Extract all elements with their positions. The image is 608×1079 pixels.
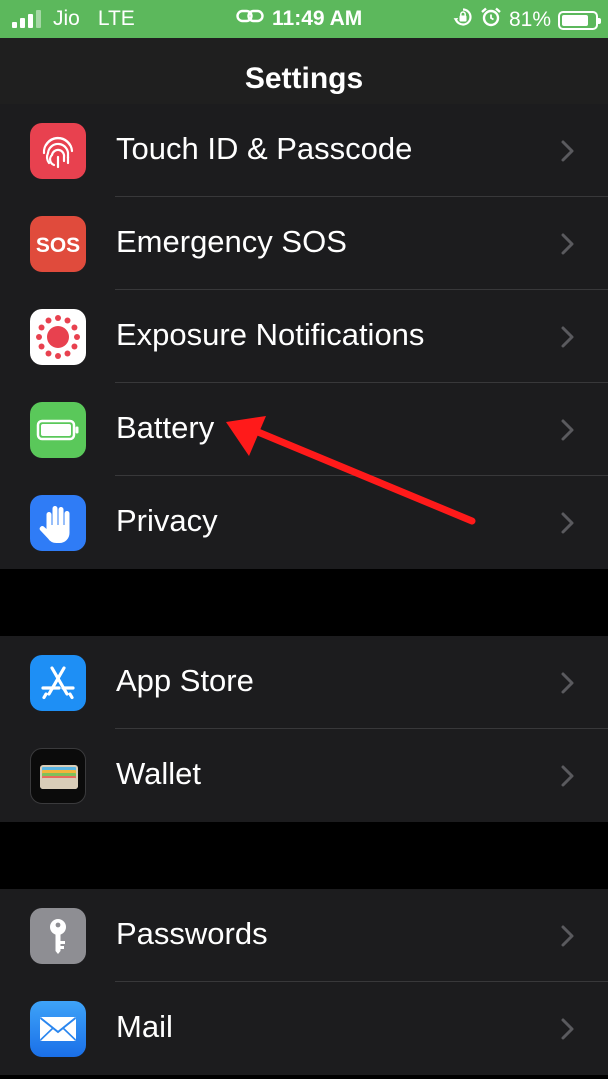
orientation-lock-icon bbox=[453, 7, 473, 33]
chevron-right-icon bbox=[561, 233, 574, 255]
status-left: Jio LTE bbox=[12, 7, 135, 31]
mail-icon bbox=[30, 1001, 86, 1057]
alarm-icon bbox=[481, 7, 501, 33]
hand-icon bbox=[30, 495, 86, 551]
app-store-icon bbox=[30, 655, 86, 711]
status-right: 81% bbox=[453, 7, 601, 33]
settings-row-label: Wallet bbox=[116, 756, 201, 791]
settings-row-app-store[interactable]: App Store bbox=[0, 636, 608, 729]
settings-group-store: App Store Wallet bbox=[0, 636, 608, 822]
settings-row-mail[interactable]: Mail bbox=[0, 982, 608, 1075]
carrier-label: Jio bbox=[53, 7, 80, 30]
settings-group-accounts: Passwords Mail bbox=[0, 889, 608, 1075]
chevron-right-icon bbox=[561, 1018, 574, 1040]
settings-group-privacy: Touch ID & Passcode SOS Emergency SOS Ex… bbox=[0, 104, 608, 569]
settings-row-label: Privacy bbox=[116, 503, 218, 538]
settings-row-exposure-notifications[interactable]: Exposure Notifications bbox=[0, 290, 608, 383]
status-battery-icon bbox=[558, 10, 601, 30]
chevron-right-icon bbox=[561, 512, 574, 534]
settings-row-label: Passwords bbox=[116, 916, 268, 951]
settings-row-label: Battery bbox=[116, 410, 215, 445]
chevron-right-icon bbox=[561, 326, 574, 348]
fingerprint-icon bbox=[30, 123, 86, 179]
settings-row-label: App Store bbox=[116, 663, 254, 698]
signal-strength-icon bbox=[12, 10, 41, 28]
chevron-right-icon bbox=[561, 672, 574, 694]
settings-row-emergency-sos[interactable]: SOS Emergency SOS bbox=[0, 197, 608, 290]
chevron-right-icon bbox=[561, 419, 574, 441]
status-bar: Jio LTE 11:49 AM 81% bbox=[0, 0, 608, 38]
exposure-icon bbox=[30, 309, 86, 365]
settings-row-label: Exposure Notifications bbox=[116, 317, 425, 352]
settings-row-wallet[interactable]: Wallet bbox=[0, 729, 608, 822]
key-icon bbox=[30, 908, 86, 964]
clock-time: 11:49 AM bbox=[272, 7, 363, 30]
status-center: 11:49 AM bbox=[236, 7, 362, 31]
settings-row-battery[interactable]: Battery bbox=[0, 383, 608, 476]
battery-percent: 81% bbox=[508, 8, 551, 31]
battery-icon bbox=[30, 402, 86, 458]
link-icon bbox=[236, 7, 264, 31]
chevron-right-icon bbox=[561, 765, 574, 787]
chevron-right-icon bbox=[561, 925, 574, 947]
settings-row-touch-id[interactable]: Touch ID & Passcode bbox=[0, 104, 608, 197]
settings-row-passwords[interactable]: Passwords bbox=[0, 889, 608, 982]
network-type-label: LTE bbox=[97, 7, 135, 30]
chevron-right-icon bbox=[561, 140, 574, 162]
settings-row-privacy[interactable]: Privacy bbox=[0, 476, 608, 569]
sos-icon: SOS bbox=[30, 216, 86, 272]
settings-row-label: Touch ID & Passcode bbox=[116, 131, 413, 166]
settings-row-label: Emergency SOS bbox=[116, 224, 347, 259]
settings-row-label: Mail bbox=[116, 1009, 173, 1044]
svg-text:SOS: SOS bbox=[36, 234, 80, 257]
wallet-icon bbox=[30, 748, 86, 804]
page-title: Settings bbox=[244, 62, 364, 95]
